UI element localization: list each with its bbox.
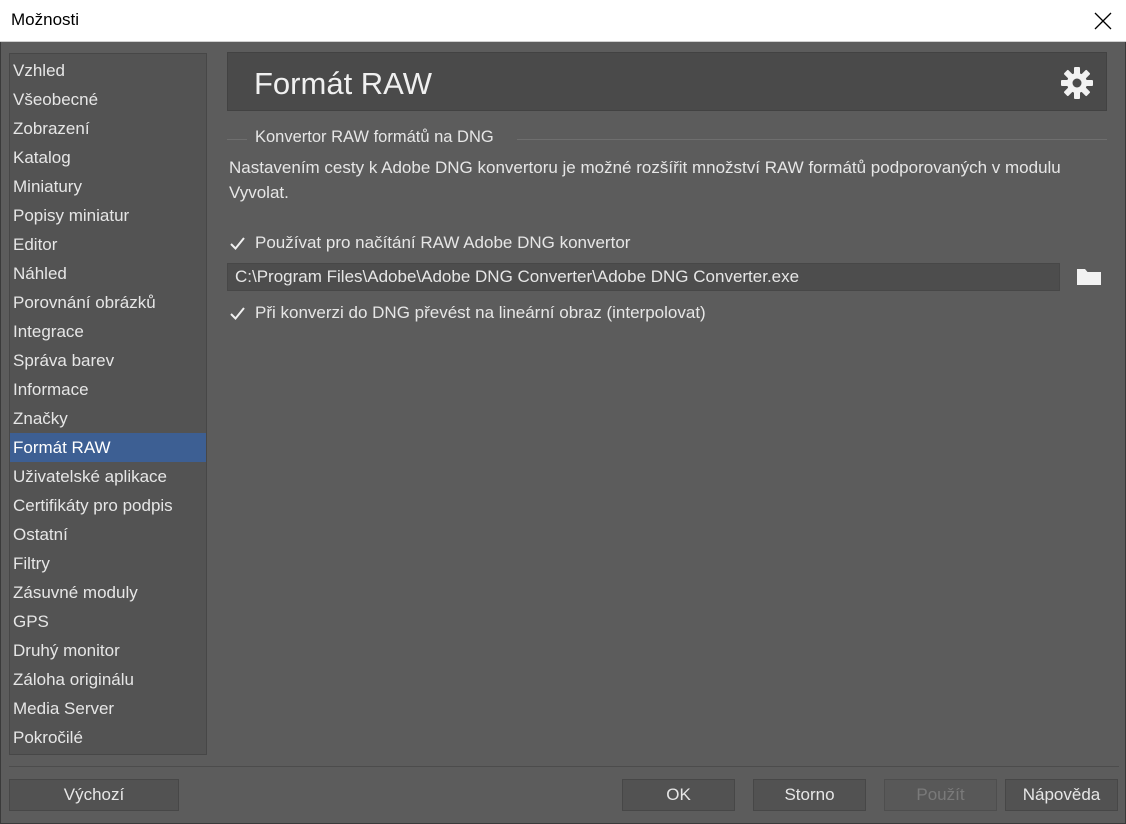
sidebar-item-znacky[interactable]: Značky xyxy=(10,404,206,433)
sidebar-item-zobrazeni[interactable]: Zobrazení xyxy=(10,114,206,143)
default-button[interactable]: Výchozí xyxy=(9,779,179,811)
close-button[interactable] xyxy=(1080,0,1126,41)
ok-button[interactable]: OK xyxy=(622,779,735,811)
sidebar-item-sprava-barev[interactable]: Správa barev xyxy=(10,346,206,375)
sidebar-item-informace[interactable]: Informace xyxy=(10,375,206,404)
help-button[interactable]: Nápověda xyxy=(1005,779,1118,811)
sidebar-item-uzivatelske-aplikace[interactable]: Uživatelské aplikace xyxy=(10,462,206,491)
title-bar: Možnosti xyxy=(0,0,1126,42)
group-description: Nastavením cesty k Adobe DNG konvertoru … xyxy=(229,158,1061,202)
use-dng-converter-label: Používat pro načítání RAW Adobe DNG konv… xyxy=(255,233,631,252)
group-legend: Konvertor RAW formátů na DNG xyxy=(253,128,496,147)
sidebar-item-katalog[interactable]: Katalog xyxy=(10,143,206,172)
dialog-body: Vzhled Všeobecné Zobrazení Katalog Miniatury… xyxy=(0,42,1126,824)
sidebar-item-gps[interactable]: GPS xyxy=(10,607,206,636)
checkmark-icon xyxy=(230,236,245,250)
sidebar-item-editor[interactable]: Editor xyxy=(10,230,206,259)
group-border-right xyxy=(517,139,1107,140)
checkmark-icon xyxy=(230,306,245,320)
close-icon xyxy=(1094,12,1112,29)
folder-icon[interactable] xyxy=(1075,264,1103,288)
sidebar-item-vseobecne[interactable]: Všeobecné xyxy=(10,85,206,114)
gear-icon[interactable] xyxy=(1060,66,1094,100)
group-border-left xyxy=(227,139,247,140)
use-dng-converter-checkbox[interactable] xyxy=(229,235,246,252)
sidebar-item-media-server[interactable]: Media Server xyxy=(10,694,206,723)
sidebar-item-format-raw[interactable]: Formát RAW xyxy=(10,433,206,462)
sidebar-item-integrace[interactable]: Integrace xyxy=(10,317,206,346)
sidebar-item-zasuvne-moduly[interactable]: Zásuvné moduly xyxy=(10,578,206,607)
sidebar-item-porovnani-obrazku[interactable]: Porovnání obrázků xyxy=(10,288,206,317)
sidebar-item-nahled[interactable]: Náhled xyxy=(10,259,206,288)
linear-image-row[interactable]: Při konverzi do DNG převést na lineární … xyxy=(229,302,706,324)
sidebar-item-filtry[interactable]: Filtry xyxy=(10,549,206,578)
sidebar-item-miniatury[interactable]: Miniatury xyxy=(10,172,206,201)
footer-divider xyxy=(9,766,1119,767)
converter-path-input[interactable] xyxy=(227,263,1060,291)
linear-image-checkbox[interactable] xyxy=(229,305,246,322)
sidebar-item-certifikaty-pro-podpis[interactable]: Certifikáty pro podpis xyxy=(10,491,206,520)
apply-button[interactable]: Použít xyxy=(884,779,997,811)
sidebar-item-druhy-monitor[interactable]: Druhý monitor xyxy=(10,636,206,665)
sidebar-item-ostatni[interactable]: Ostatní xyxy=(10,520,206,549)
page-title: Formát RAW xyxy=(254,66,432,101)
cancel-button[interactable]: Storno xyxy=(753,779,866,811)
sidebar-item-popisy-miniatur[interactable]: Popisy miniatur xyxy=(10,201,206,230)
sidebar-item-zaloha-originalu[interactable]: Záloha originálu xyxy=(10,665,206,694)
settings-category-list[interactable]: Vzhled Všeobecné Zobrazení Katalog Miniatury… xyxy=(9,53,207,755)
sidebar-item-pokrocile[interactable]: Pokročilé xyxy=(10,723,206,752)
sidebar-item-vzhled[interactable]: Vzhled xyxy=(10,56,206,85)
linear-image-label: Při konverzi do DNG převést na lineární … xyxy=(255,303,706,322)
use-dng-converter-row[interactable]: Používat pro načítání RAW Adobe DNG konv… xyxy=(229,232,630,254)
window-title: Možnosti xyxy=(11,10,80,29)
panel-header: Formát RAW xyxy=(227,52,1107,111)
